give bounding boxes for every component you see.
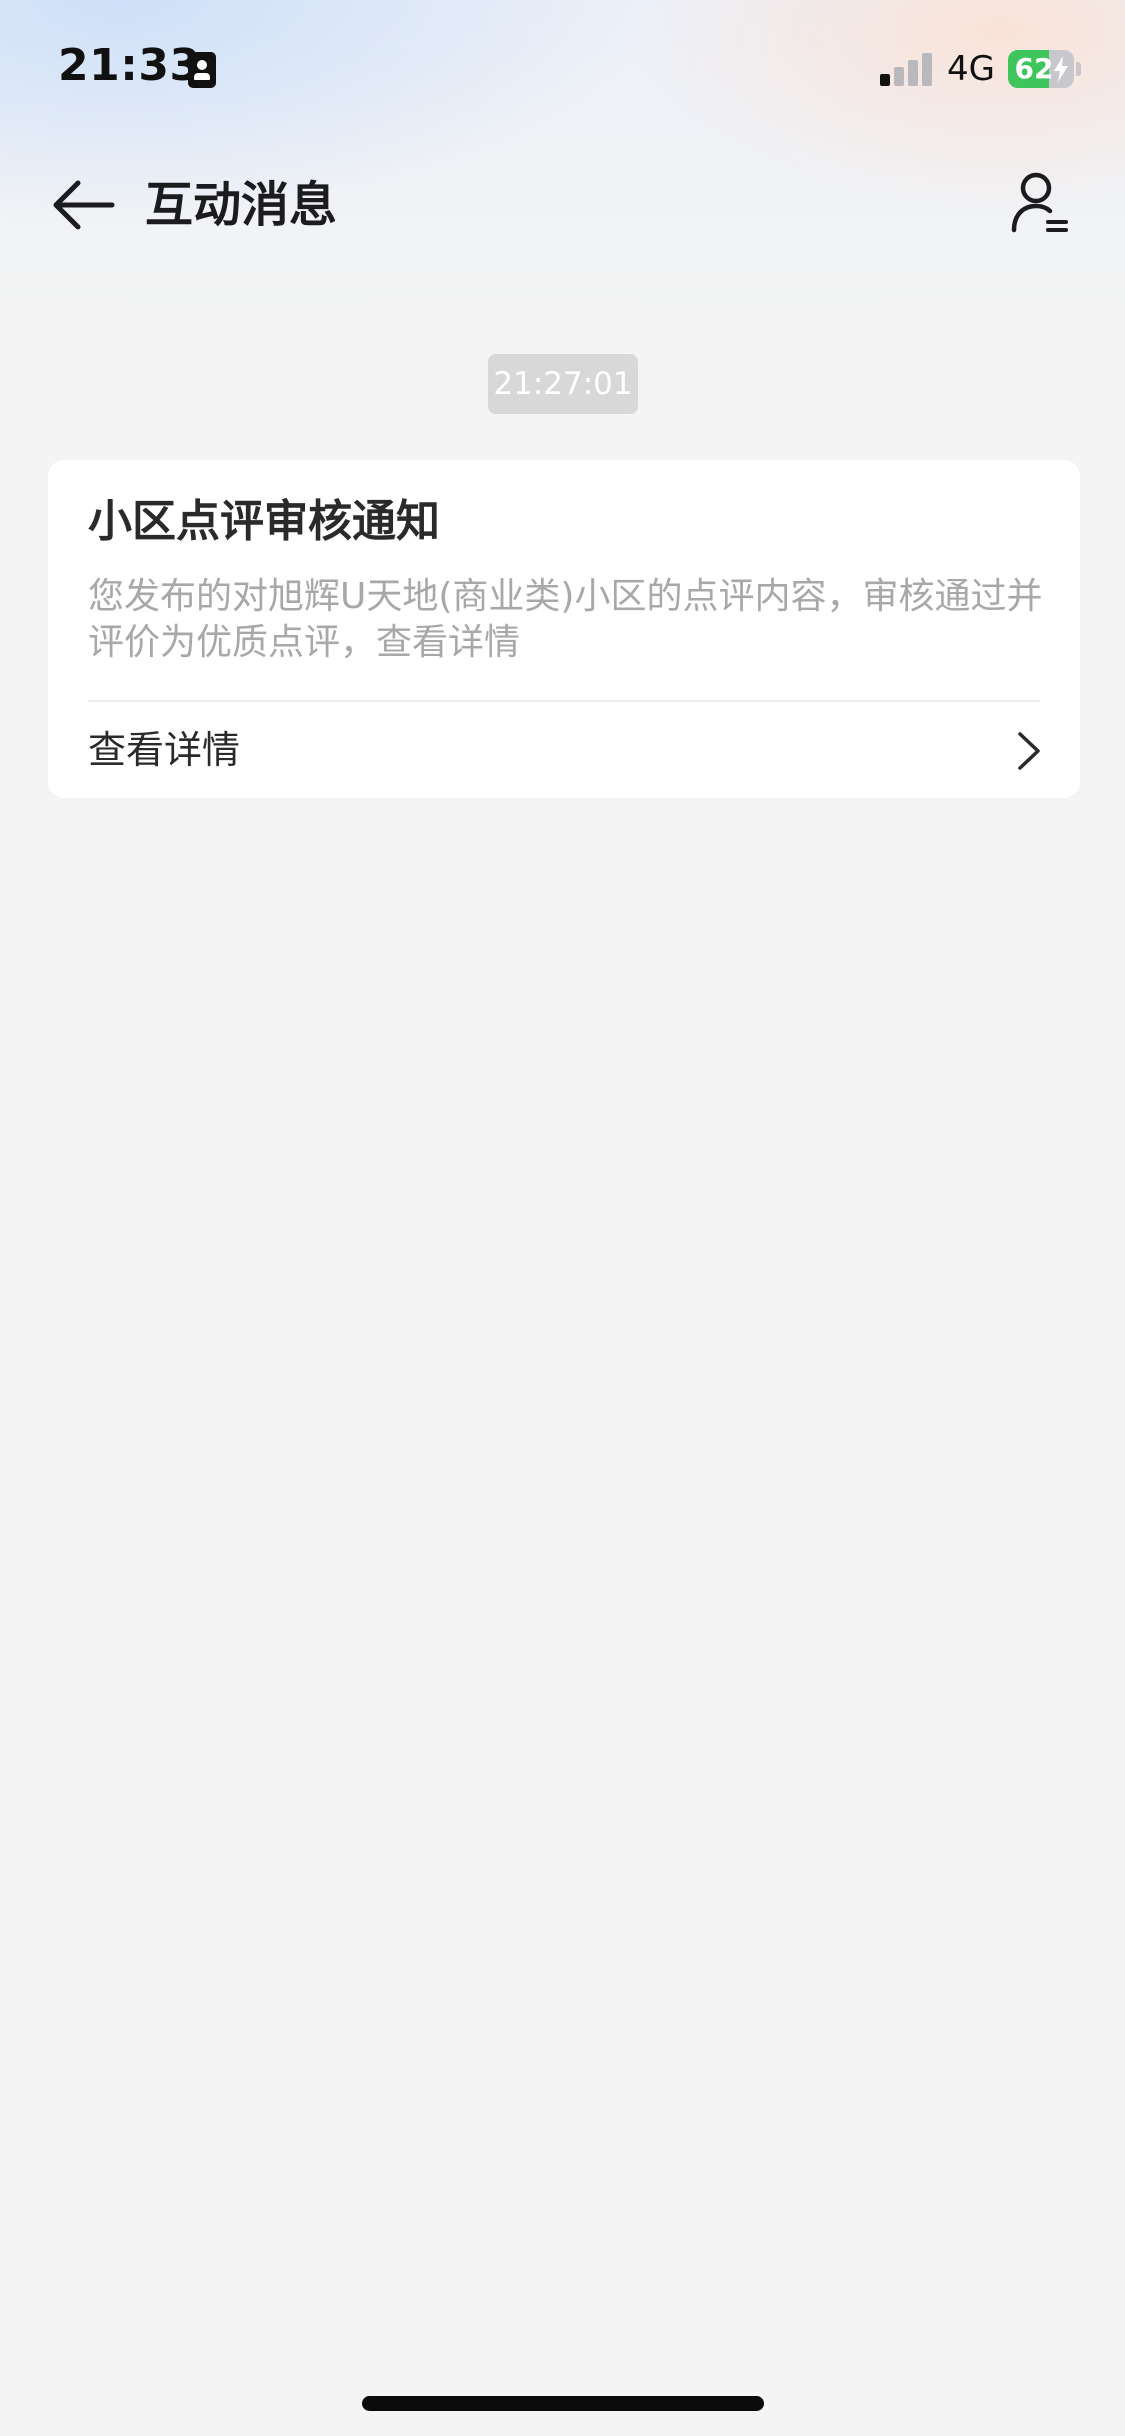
battery-cap <box>1076 62 1081 76</box>
contact-card-icon <box>188 52 216 88</box>
network-type: 4G <box>947 49 995 89</box>
back-arrow-icon <box>53 180 115 230</box>
chevron-right-icon <box>1018 732 1040 770</box>
battery-icon: 62 <box>1008 50 1074 88</box>
user-settings-icon <box>1011 172 1068 233</box>
status-bar: 21:33 4G 62 <box>0 0 1125 140</box>
charging-bolt-icon <box>1054 56 1068 82</box>
view-details-row[interactable]: 查看详情 <box>48 702 1080 798</box>
notification-body: 您发布的对旭辉U天地(商业类)小区的点评内容，审核通过并评价为优质点评，查看详情 <box>88 576 1043 663</box>
view-details-label: 查看详情 <box>88 728 241 772</box>
page-title: 互动消息 <box>145 177 338 233</box>
profile-settings-button[interactable] <box>1010 170 1070 238</box>
signal-bar <box>908 60 918 86</box>
notification-title: 小区点评审核通知 <box>88 496 440 547</box>
nav-bar: 互动消息 <box>0 160 1125 250</box>
signal-bar <box>922 53 932 86</box>
notification-card[interactable]: 小区点评审核通知 您发布的对旭辉U天地(商业类)小区的点评内容，审核通过并评价为… <box>48 460 1080 798</box>
home-indicator[interactable] <box>362 2396 764 2411</box>
signal-bar <box>894 67 904 86</box>
back-button[interactable] <box>48 172 118 238</box>
signal-bar <box>880 74 890 86</box>
message-timestamp: 21:27:01 <box>488 354 638 414</box>
status-time: 21:33 <box>58 40 201 91</box>
signal-strength-icon <box>880 52 934 86</box>
